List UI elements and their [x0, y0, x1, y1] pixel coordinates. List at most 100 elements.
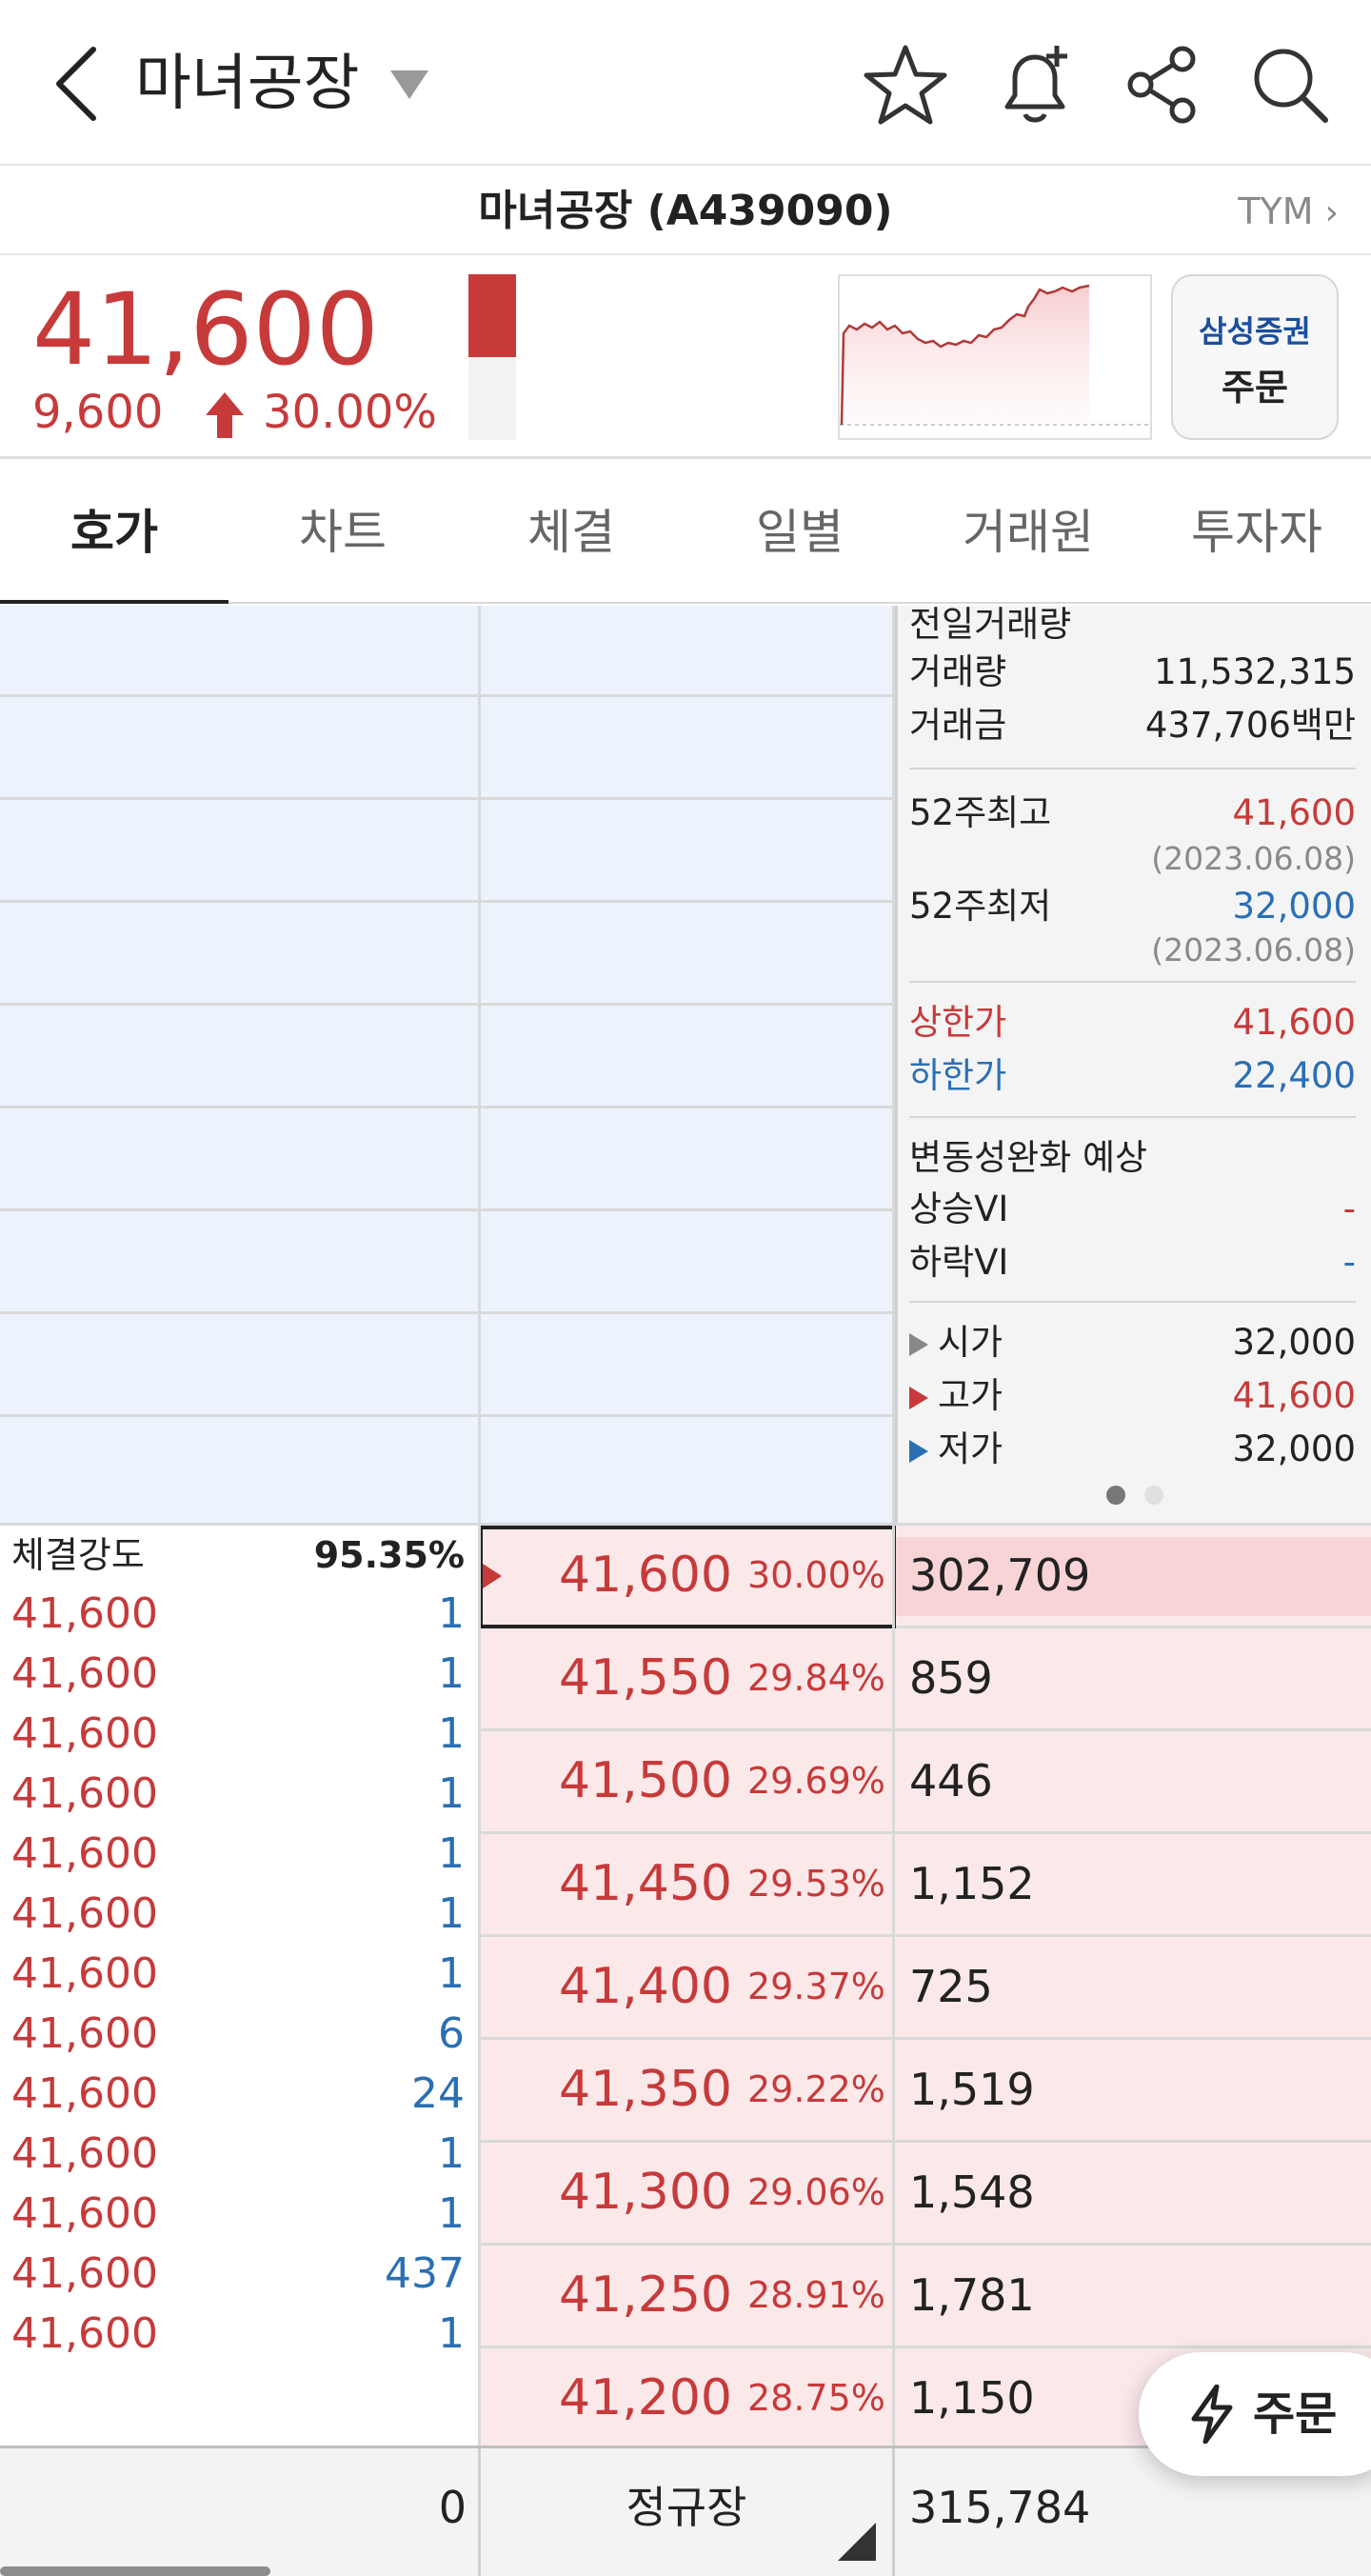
- stock-info-panel[interactable]: 전일거래량 거래량 11,532,315 거래금 437,706백만 52주최고 41…: [895, 604, 1371, 1526]
- bid-price: 41,250: [559, 2266, 732, 2324]
- row-divider: [0, 1414, 892, 1417]
- search-icon[interactable]: [1247, 42, 1333, 128]
- stock-title[interactable]: 마녀공장: [135, 38, 360, 130]
- trade-price: 41,600: [11, 2189, 158, 2238]
- related-stock-link[interactable]: TYM ›: [1238, 168, 1339, 257]
- bid-quantity: 725: [909, 1961, 993, 2012]
- vi-down-value: -: [1342, 1242, 1356, 1283]
- bid-price: 41,200: [559, 2369, 732, 2426]
- low-row: 저가 32,000: [909, 1423, 1356, 1476]
- lightning-icon: [1188, 2385, 1236, 2444]
- bid-row[interactable]: 41,350 29.22% 1,519: [481, 2040, 1371, 2143]
- dropdown-caret-icon[interactable]: [388, 69, 430, 101]
- bell-plus-icon[interactable]: [992, 42, 1078, 128]
- trade-quantity: 6: [438, 2009, 465, 2058]
- divider: [909, 1301, 1356, 1303]
- bid-quantity: 446: [909, 1755, 993, 1807]
- tab-chart[interactable]: 차트: [228, 463, 457, 602]
- recent-trades[interactable]: 체결강도 95.35% 41,600 1 41,600 1 41,600 1 41,60…: [0, 1526, 478, 2446]
- bid-price: 41,350: [559, 2061, 732, 2118]
- trade-price: 41,600: [11, 2009, 158, 2058]
- upper-limit-value: 41,600: [1232, 1002, 1356, 1043]
- bid-row[interactable]: 41,450 29.53% 1,152: [481, 1834, 1371, 1937]
- bid-percent: 28.91%: [747, 2274, 885, 2316]
- row-divider: [0, 1106, 892, 1108]
- tab-bar: 호가 차트 체결 일별 거래원 투자자: [0, 463, 1371, 604]
- bid-row[interactable]: 41,500 29.69% 446: [481, 1731, 1371, 1834]
- bid-percent: 28.75%: [747, 2377, 885, 2419]
- back-icon[interactable]: [51, 44, 105, 124]
- trade-price: 41,600: [11, 1769, 158, 1818]
- price-summary: 41,600 9,600 30.00% 삼성증권 주문: [0, 257, 1371, 459]
- share-icon[interactable]: [1120, 42, 1205, 128]
- page-dot[interactable]: [1143, 1486, 1163, 1505]
- low52-row: 52주최저 32,000: [909, 880, 1356, 933]
- bid-row-current[interactable]: 41,600 30.00% 302,709: [479, 1526, 1371, 1628]
- trade-row: 41,600 1: [11, 1705, 465, 1764]
- column-divider: [892, 2448, 895, 2576]
- lower-limit-value: 22,400: [1232, 1055, 1356, 1096]
- high52-row: 52주최고 41,600: [909, 787, 1356, 840]
- broker-order-button[interactable]: 삼성증권 주문: [1171, 274, 1339, 440]
- bid-row[interactable]: 41,250 28.91% 1,781: [481, 2246, 1371, 2348]
- bid-quantity: 859: [909, 1652, 993, 1704]
- trade-strength-value: 95.35%: [313, 1534, 465, 1576]
- vi-down-label: 하락VI: [909, 1242, 1009, 1283]
- row-divider: [0, 900, 892, 903]
- intraday-mini-chart[interactable]: [838, 274, 1152, 440]
- trade-row: 41,600 24: [11, 2065, 465, 2124]
- corner-triangle-icon[interactable]: [838, 2523, 876, 2561]
- vi-up-label: 상승VI: [909, 1188, 1009, 1229]
- row-divider: [0, 1003, 892, 1006]
- trade-quantity: 1: [438, 2129, 465, 2178]
- top-app-bar: 마녀공장: [0, 0, 1371, 166]
- trade-quantity: 1: [438, 1889, 465, 1938]
- vi-down-row: 하락VI -: [909, 1236, 1356, 1289]
- trade-row: 41,600 1: [11, 2185, 465, 2244]
- trade-row: 41,600 1: [11, 1885, 465, 1944]
- ask-quantity-area: [0, 606, 478, 1526]
- trade-price: 41,600: [11, 2309, 158, 2358]
- triangle-icon: [909, 1333, 928, 1356]
- tab-investors[interactable]: 투자자: [1142, 463, 1371, 602]
- trade-quantity: 1: [438, 1949, 465, 1998]
- high-row: 고가 41,600: [909, 1369, 1356, 1423]
- order-book: 전일거래량 거래량 11,532,315 거래금 437,706백만 52주최고 41…: [0, 604, 1371, 2446]
- tab-trades[interactable]: 체결: [457, 463, 686, 602]
- bid-total: 315,784: [909, 2482, 1091, 2533]
- lower-limit-label: 하한가: [909, 1055, 1007, 1096]
- trade-price: 41,600: [11, 1829, 158, 1878]
- stock-code-bar: 마녀공장 (A439090) TYM ›: [0, 168, 1371, 255]
- tab-brokers[interactable]: 거래원: [914, 463, 1142, 602]
- divider: [909, 1116, 1356, 1118]
- row-divider: [0, 1311, 892, 1314]
- row-divider: [0, 694, 892, 697]
- page-indicator: [898, 1486, 1371, 1508]
- trade-row: 41,600 437: [11, 2245, 465, 2304]
- vi-label: 변동성완화 예상: [909, 1137, 1148, 1178]
- bid-price: 41,600: [559, 1547, 732, 1604]
- session-selector[interactable]: 정규장: [481, 2448, 892, 2566]
- related-stock-label: TYM: [1238, 190, 1314, 232]
- bid-row[interactable]: 41,550 29.84% 859: [481, 1628, 1371, 1731]
- triangle-icon: [909, 1387, 928, 1409]
- high52-value: 41,600: [1232, 792, 1356, 833]
- trade-row: 41,600 1: [11, 2305, 465, 2364]
- tab-orderbook[interactable]: 호가: [0, 463, 228, 604]
- stock-name-code: 마녀공장 (A439090): [478, 187, 893, 235]
- tab-daily[interactable]: 일별: [686, 463, 914, 602]
- page-dot-active[interactable]: [1105, 1486, 1125, 1505]
- bid-row[interactable]: 41,300 29.06% 1,548: [481, 2143, 1371, 2246]
- bid-quantity: 1,152: [909, 1858, 1035, 1909]
- star-icon[interactable]: [863, 42, 948, 128]
- strength-bar: [468, 274, 516, 440]
- bid-price: 41,400: [559, 1958, 732, 2015]
- low-value: 32,000: [1232, 1428, 1356, 1469]
- volume-label: 거래량: [909, 651, 1007, 692]
- bid-row[interactable]: 41,400 29.37% 725: [481, 1937, 1371, 2040]
- floating-order-button[interactable]: 주문: [1139, 2352, 1371, 2476]
- column-divider: [478, 606, 481, 2446]
- horizontal-scrollbar[interactable]: [0, 2566, 270, 2576]
- amount-value: 437,706백만: [1144, 705, 1356, 746]
- low52-value: 32,000: [1232, 886, 1356, 927]
